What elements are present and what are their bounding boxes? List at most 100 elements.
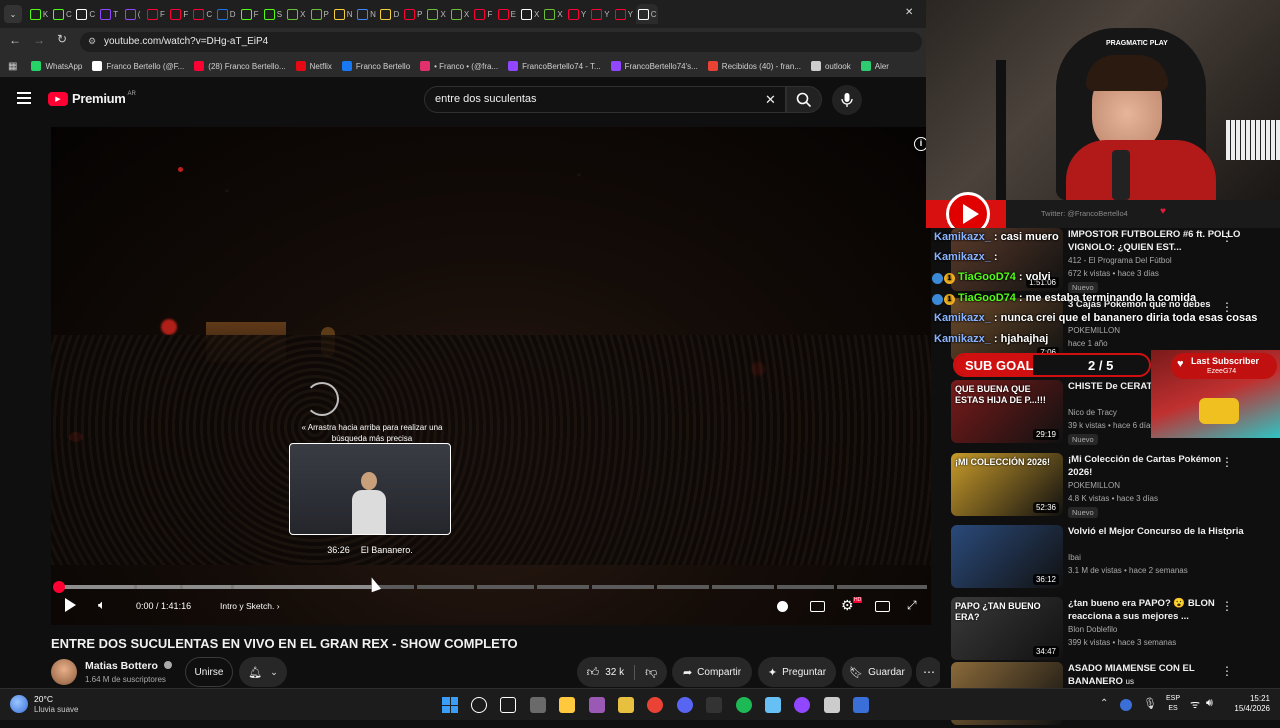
browser-tab[interactable]: (: [122, 4, 144, 24]
browser-tab[interactable]: S: [262, 4, 284, 24]
search-icon[interactable]: [471, 697, 487, 713]
site-info-icon[interactable]: ⚙: [88, 36, 96, 47]
bookmark-item[interactable]: Aler: [860, 61, 889, 71]
bookmark-item[interactable]: Netflix: [295, 61, 332, 71]
video-thumbnail[interactable]: ¡MI COLECCIÓN 2026! 52:36: [951, 453, 1063, 516]
search-button[interactable]: [786, 86, 822, 113]
wifi-icon[interactable]: ᯤ: [1190, 697, 1200, 712]
voice-search-button[interactable]: [832, 85, 862, 115]
video-thumbnail[interactable]: 7:06: [951, 298, 1063, 361]
clock[interactable]: 15:21 15/4/2026: [1224, 694, 1270, 714]
browser-tab[interactable]: X: [285, 4, 307, 24]
back-icon[interactable]: ←: [9, 33, 21, 47]
channel-name[interactable]: Matias Bottero: [85, 660, 172, 672]
video-channel[interactable]: POKEMILLON: [1068, 481, 1120, 490]
bookmark-item[interactable]: Franco Bertello: [341, 61, 410, 71]
browser-tab[interactable]: C: [192, 4, 214, 24]
channel-avatar[interactable]: [51, 659, 77, 685]
subtitles-icon[interactable]: [810, 601, 825, 612]
browser-tab[interactable]: Y: [613, 4, 635, 24]
recommended-video[interactable]: ¡MI COLECCIÓN 2026! 52:36 ¡Mi Colección de…: [951, 453, 1280, 519]
browser-tab[interactable]: X: [519, 4, 541, 24]
browser-tab[interactable]: P: [402, 4, 424, 24]
browser-tab[interactable]: E: [496, 4, 518, 24]
browser-tab[interactable]: D: [379, 4, 401, 24]
chapter-segment[interactable]: [417, 585, 474, 589]
video-channel[interactable]: POKEMILLON: [1068, 326, 1120, 335]
more-options-icon[interactable]: ⋮: [1221, 230, 1233, 244]
tray-mic-icon[interactable]: 🎙︎: [1143, 697, 1157, 710]
volume-icon[interactable]: 🔈︎: [98, 597, 106, 613]
more-options-icon[interactable]: ⋮: [1221, 455, 1233, 469]
browser-tab[interactable]: C: [75, 4, 97, 24]
address-bar[interactable]: ⚙ youtube.com/watch?v=DHg-aT_EiP4: [80, 32, 922, 52]
browser-tab[interactable]: Y: [566, 4, 588, 24]
video-thumbnail[interactable]: 36:12: [951, 525, 1063, 588]
tab-search-button[interactable]: ⌄: [4, 5, 22, 23]
reload-icon[interactable]: ↻: [57, 32, 67, 46]
browser-tab[interactable]: X: [543, 4, 565, 24]
fullscreen-icon[interactable]: ⤢: [907, 598, 917, 613]
start-button[interactable]: [442, 697, 458, 713]
discord-icon[interactable]: [676, 697, 693, 713]
close-tab-icon[interactable]: ✕: [905, 7, 913, 18]
settings-icon[interactable]: ⚙: [841, 597, 854, 614]
browser-tab[interactable]: C: [636, 4, 659, 24]
chapter-segment[interactable]: [712, 585, 774, 589]
video-channel[interactable]: Nico de Tracy: [1068, 408, 1117, 417]
app-icon[interactable]: [853, 697, 870, 713]
file-explorer-icon[interactable]: [529, 697, 546, 713]
browser-tab[interactable]: F: [472, 4, 494, 24]
chapter-segment[interactable]: [592, 585, 654, 589]
browser-tab[interactable]: F: [239, 4, 261, 24]
video-channel[interactable]: Blon Doblefilo: [1068, 625, 1117, 634]
save-button[interactable]: 🔖︎ Guardar: [842, 657, 912, 687]
bookmark-item[interactable]: Franco Bertello (@F...: [92, 61, 184, 71]
chapter-button[interactable]: Intro y Sketch. ›: [220, 601, 280, 611]
app-icon[interactable]: [823, 697, 840, 713]
store-icon[interactable]: [559, 697, 576, 713]
playhead[interactable]: [53, 581, 65, 593]
browser-tab[interactable]: K: [28, 4, 50, 24]
subscribed-bell-button[interactable]: 🔔︎ ⌄: [239, 657, 287, 687]
speaker-icon[interactable]: 🔊︎: [1206, 697, 1213, 710]
recommended-video[interactable]: PAPO ¿TAN BUENO ERA? 34:47 ¿tan bueno era …: [951, 597, 1280, 663]
browser-tab[interactable]: P: [309, 4, 331, 24]
app-icon[interactable]: [588, 697, 605, 713]
more-actions-button[interactable]: ⋯: [916, 657, 942, 687]
video-channel[interactable]: 412 - El Programa Del Fútbol: [1068, 256, 1172, 265]
forward-icon[interactable]: →: [33, 33, 45, 47]
more-options-icon[interactable]: ⋮: [1221, 664, 1233, 678]
browser-tab[interactable]: X: [426, 4, 448, 24]
spotify-icon[interactable]: [735, 697, 752, 713]
bookmark-item[interactable]: FrancoBertello74's...: [610, 61, 698, 71]
browser-tab[interactable]: F: [168, 4, 190, 24]
more-options-icon[interactable]: ⋮: [1221, 599, 1233, 613]
chapter-segment[interactable]: [477, 585, 534, 589]
task-view-icon[interactable]: [500, 697, 517, 713]
language-indicator[interactable]: ESP ES: [1166, 694, 1180, 714]
obs-icon[interactable]: [706, 697, 723, 713]
browser-tab[interactable]: F: [145, 4, 167, 24]
video-thumbnail[interactable]: PAPO ¿TAN BUENO ERA? 34:47: [951, 597, 1063, 660]
browser-tab[interactable]: D: [215, 4, 237, 24]
chapter-segment[interactable]: [657, 585, 709, 589]
browser-tab[interactable]: C: [51, 4, 73, 24]
dislike-button[interactable]: 👎︎: [635, 665, 657, 680]
chapter-segment[interactable]: [537, 585, 589, 589]
bookmark-item[interactable]: Recibidos (40) - fran...: [707, 61, 801, 71]
browser-tab[interactable]: X: [449, 4, 471, 24]
bookmark-item[interactable]: WhatsApp: [31, 61, 82, 71]
menu-icon[interactable]: [17, 92, 31, 104]
clear-search-icon[interactable]: ✕: [765, 92, 776, 108]
like-button[interactable]: 👍︎ 32 k: [587, 664, 636, 680]
bookmark-item[interactable]: outlook: [810, 61, 851, 71]
apps-grid-icon[interactable]: ▦: [8, 61, 17, 72]
chapter-segment[interactable]: [837, 585, 927, 589]
youtube-logo[interactable]: ▶ Premium AR: [48, 91, 136, 106]
video-channel[interactable]: Ibai: [1068, 553, 1081, 562]
recommended-video[interactable]: 36:12 Volvió el Mejor Concurso de la Hist…: [951, 525, 1280, 591]
steam-icon[interactable]: [765, 697, 781, 713]
chrome-icon[interactable]: [647, 697, 664, 713]
seek-bar[interactable]: [53, 581, 930, 593]
